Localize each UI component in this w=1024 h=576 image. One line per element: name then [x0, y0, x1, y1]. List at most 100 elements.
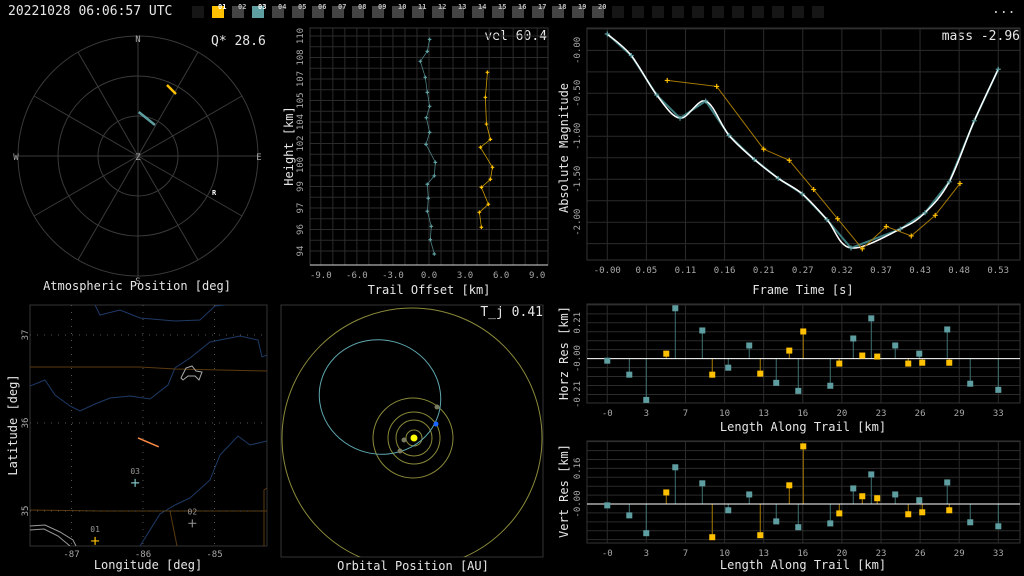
x-tick-label: 23	[876, 549, 887, 559]
city-outline	[30, 524, 77, 546]
map-xlabel: Longitude [deg]	[94, 558, 202, 572]
trail-point-01	[483, 95, 488, 100]
map-ylabel: Latitude [deg]	[6, 374, 20, 475]
residual-point-01	[919, 509, 926, 516]
x-tick-label: 33	[993, 549, 1004, 559]
x-tick-label: 29	[954, 409, 965, 419]
cardinal-label: S	[135, 277, 140, 287]
trail-point-03	[429, 224, 434, 229]
trail-ylabel: Height [km]	[282, 106, 296, 185]
cardinal-label: E	[256, 153, 261, 163]
residual-point-01	[919, 359, 926, 366]
orbital-position-panel: T_j 0.41 Orbital Position [AU]	[280, 304, 544, 573]
azimuth-line	[77, 51, 139, 157]
x-tick-label: 0.43	[909, 266, 931, 276]
trail-point-03	[427, 130, 432, 135]
station-marker-02	[188, 519, 197, 528]
trail-point-03	[433, 160, 438, 165]
y-tick-label: 0.16	[573, 458, 583, 480]
residual-point-01	[800, 328, 807, 335]
x-tick-label: 13	[758, 409, 769, 419]
trail-point-01	[484, 122, 489, 126]
trail-point-03	[432, 252, 437, 256]
map-frame	[29, 304, 268, 547]
residual-point-01	[836, 360, 843, 367]
station-marker-01	[91, 536, 100, 545]
planet-marker	[397, 448, 403, 454]
x-tick-label: 10	[719, 409, 730, 419]
residual-point-03	[944, 326, 951, 333]
x-tick-label: 0.11	[675, 266, 697, 276]
x-tick-label: -0	[602, 549, 613, 559]
residual-point-03	[967, 519, 974, 526]
river-line	[30, 335, 267, 412]
residual-point-03	[626, 371, 633, 378]
y-tick-label: 105	[296, 92, 306, 108]
vertical-residuals-panel: Length Along Trail [km] Vert Res [km] -0…	[557, 440, 1021, 572]
radiant-marker: R	[212, 189, 217, 197]
x-tick-label: 26	[915, 549, 926, 559]
y-tick-label: -0.00	[573, 490, 583, 517]
trail-offset-panel: vel 60.4 Trail Offset [km] Height [km] -…	[282, 27, 549, 297]
x-tick-label: -86	[135, 550, 151, 560]
y-tick-label: 94	[296, 246, 306, 257]
meteoroid-orbit	[318, 339, 442, 455]
residual-point-03	[725, 364, 732, 371]
residual-point-03	[773, 518, 780, 525]
mass-readout: mass -2.96	[942, 29, 1020, 44]
residual-point-01	[836, 510, 843, 517]
residual-point-03	[795, 524, 802, 531]
state-border	[30, 366, 267, 372]
sun-icon	[410, 434, 418, 442]
vertres-xlabel: Length Along Trail [km]	[720, 558, 886, 572]
state-border	[169, 510, 178, 546]
meteor-ground-track	[137, 437, 160, 448]
lightcurve-xlabel: Frame Time [s]	[752, 283, 853, 297]
y-tick-label: -0.00	[573, 345, 583, 372]
lightcurve-point-01	[664, 77, 670, 83]
x-tick-label: -0.00	[594, 266, 621, 276]
earth-marker	[433, 421, 439, 427]
x-tick-label: 0.53	[987, 266, 1009, 276]
x-tick-label: 20	[836, 549, 847, 559]
station-marker-03	[131, 478, 140, 487]
x-tick-label: -87	[63, 550, 79, 560]
light-curve-panel: mass -2.96 Frame Time [s] Absolute Magni…	[557, 27, 1021, 297]
residual-point-03	[643, 530, 650, 537]
residual-point-01	[859, 352, 866, 359]
orbit-frame	[280, 304, 544, 558]
y-tick-label: -2.00	[573, 209, 583, 236]
x-tick-label: -9.0	[310, 271, 332, 281]
residual-point-01	[874, 495, 881, 502]
residual-point-01	[786, 482, 793, 489]
residual-point-01	[663, 350, 670, 357]
residual-point-03	[995, 523, 1002, 530]
x-tick-label: 0.37	[870, 266, 892, 276]
x-tick-label: -0	[602, 409, 613, 419]
residual-point-01	[709, 371, 716, 378]
residual-point-03	[672, 464, 679, 471]
azimuth-line	[137, 51, 199, 157]
x-tick-label: 0.32	[831, 266, 853, 276]
x-tick-label: 7	[683, 549, 688, 559]
x-tick-label: 6.0	[493, 271, 509, 281]
river-line	[94, 305, 226, 322]
x-tick-label: 13	[758, 549, 769, 559]
vertres-ylabel: Vert Res [km]	[557, 444, 571, 538]
dashboard-canvas: Q* 28.6 Atmospheric Position [deg] NSEW Z…	[6, 27, 1021, 573]
grid	[587, 28, 1020, 260]
residual-point-01	[905, 360, 912, 367]
residual-point-03	[868, 471, 875, 478]
x-tick-label: 16	[797, 549, 808, 559]
residual-point-01	[663, 489, 670, 496]
x-tick-label: 0.27	[792, 266, 814, 276]
azimuth-line	[33, 155, 139, 217]
x-tick-label: 3.0	[457, 271, 473, 281]
residual-point-03	[795, 387, 802, 394]
residual-point-01	[800, 443, 807, 450]
city-outline	[180, 365, 203, 381]
cardinal-label: Z	[135, 153, 141, 163]
trail-point-03	[424, 115, 429, 120]
horzres-ylabel: Horz Res [km]	[557, 306, 571, 400]
residual-point-03	[672, 305, 679, 312]
